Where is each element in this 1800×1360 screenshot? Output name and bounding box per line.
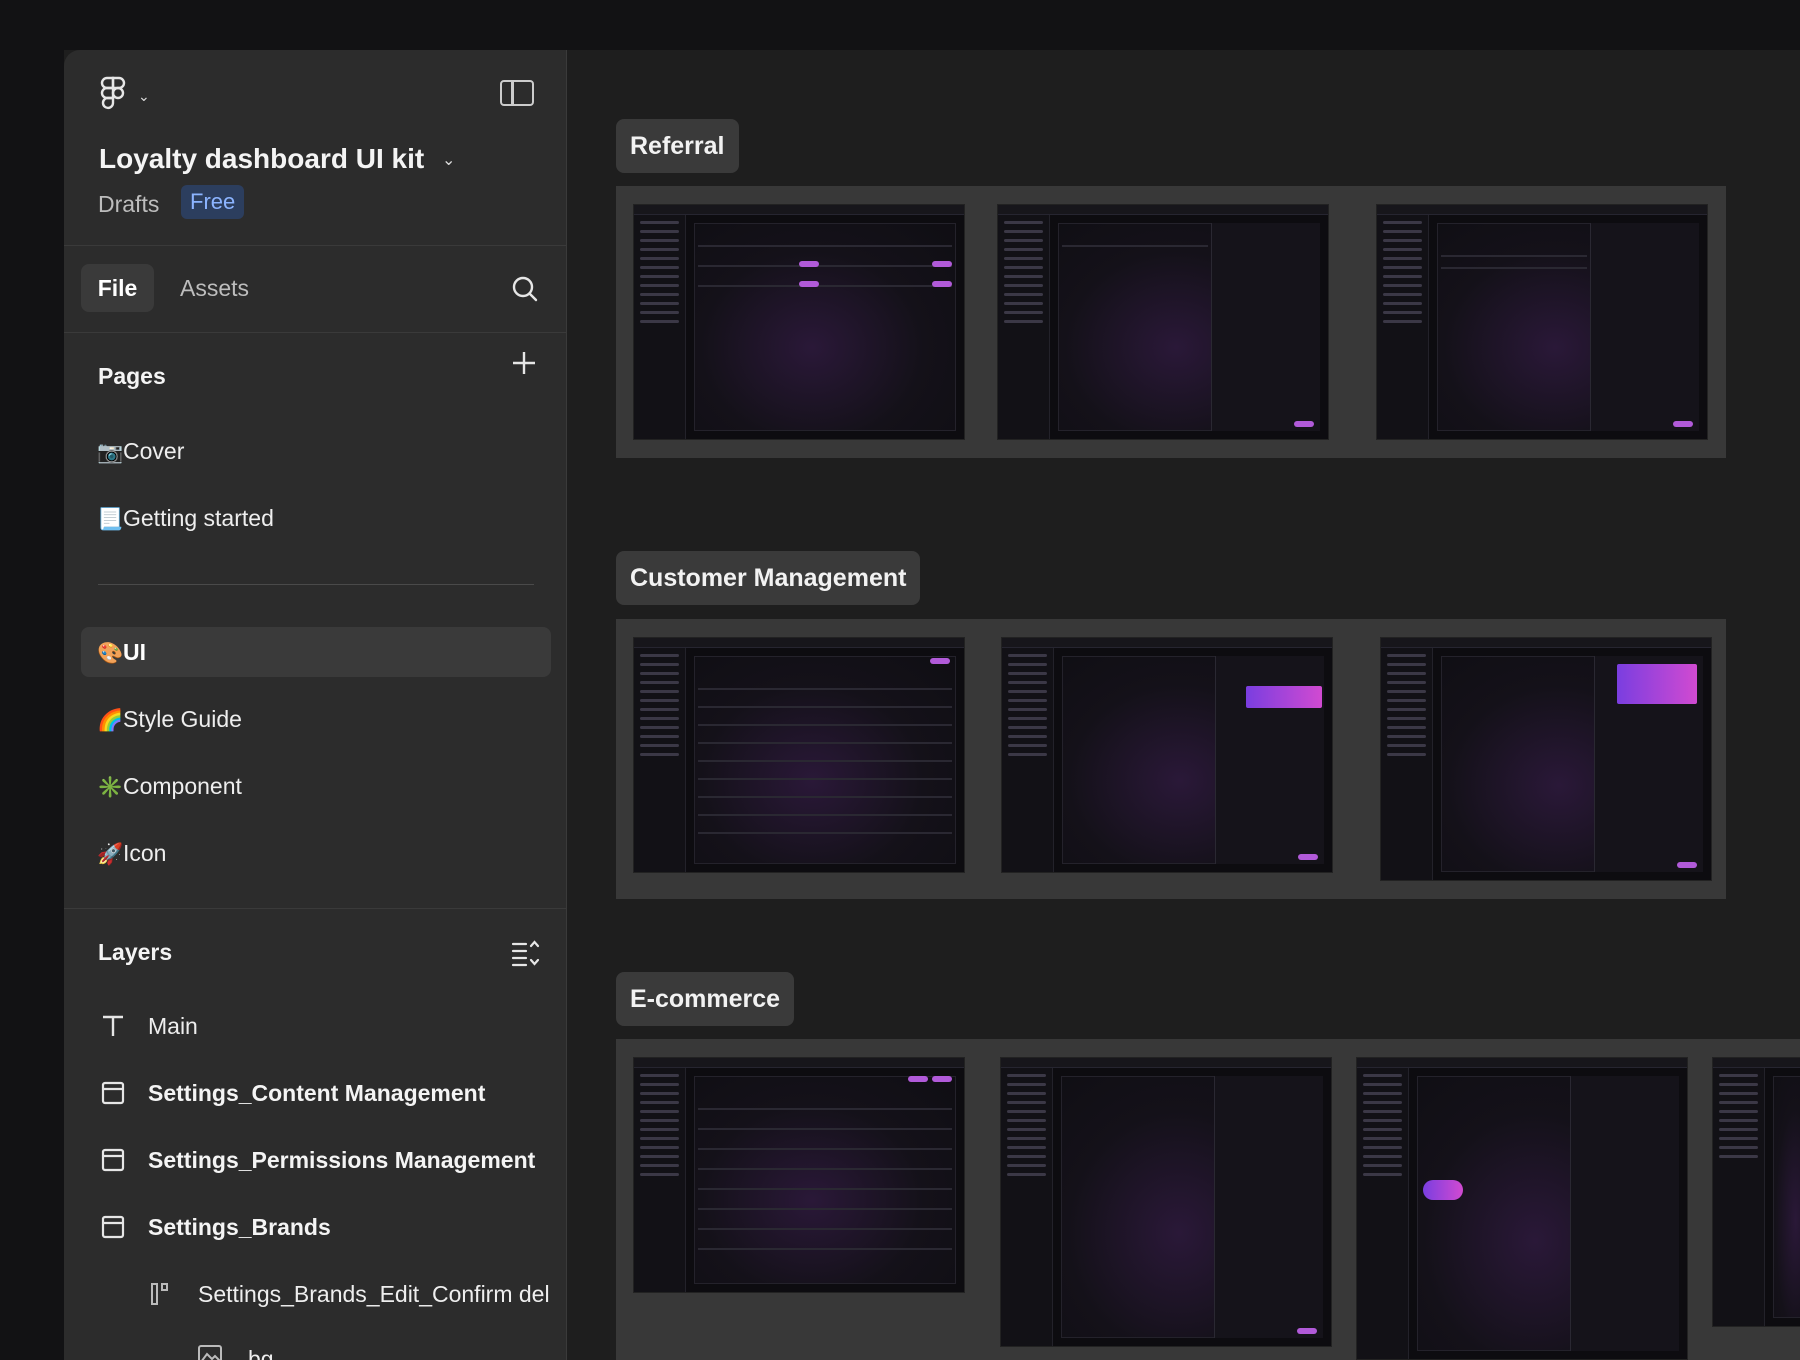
screen-thumbnail[interactable]: [997, 204, 1329, 440]
screen-thumbnail[interactable]: [1000, 1057, 1332, 1347]
collapse-layers-icon[interactable]: [510, 938, 540, 968]
image-icon: [198, 1345, 222, 1360]
section-frame-e-commerce[interactable]: [616, 1039, 1800, 1360]
page-item-getting-started[interactable]: 📃Getting started: [97, 493, 274, 543]
left-sidebar: ⌄ Loyalty dashboard UI kit ⌄ Drafts Free…: [64, 50, 567, 1360]
screen-thumbnail[interactable]: [1356, 1057, 1688, 1360]
page-label: Style Guide: [123, 706, 242, 732]
layer-bg[interactable]: bg: [248, 1334, 274, 1360]
page-label: Icon: [123, 840, 167, 866]
page-item-icon[interactable]: 🚀Icon: [97, 828, 166, 878]
layer-main[interactable]: Main: [148, 1001, 198, 1051]
file-menu-chevron-icon[interactable]: ⌄: [442, 150, 455, 170]
page-label: UI: [123, 639, 146, 665]
page-item-style-guide[interactable]: 🌈Style Guide: [97, 694, 242, 744]
page-label: Component: [123, 773, 242, 799]
search-icon[interactable]: [511, 275, 538, 302]
layer-settings-brands-edit-confirm[interactable]: Settings_Brands_Edit_Confirm del: [198, 1269, 550, 1319]
page-item-ui[interactable]: 🎨UI: [97, 627, 146, 677]
layer-settings-permissions-management[interactable]: Settings_Permissions Management: [148, 1135, 535, 1185]
tab-assets[interactable]: Assets: [180, 264, 249, 312]
page-label: Cover: [123, 438, 185, 464]
tab-file[interactable]: File: [81, 264, 154, 312]
section-label-referral[interactable]: Referral: [616, 119, 739, 173]
canvas-left-gutter: [0, 0, 64, 1360]
toggle-sidebar-icon[interactable]: [500, 80, 534, 106]
screen-thumbnail[interactable]: [1001, 637, 1333, 873]
pages-heading: Pages: [98, 363, 166, 389]
screen-thumbnail[interactable]: [633, 1057, 965, 1293]
screen-thumbnail[interactable]: [633, 637, 965, 873]
component-icon: [151, 1283, 168, 1305]
sparkle-icon: ✳️: [97, 776, 124, 799]
page-document-icon: 📃: [97, 508, 124, 531]
layer-settings-content-management[interactable]: Settings_Content Management: [148, 1068, 485, 1118]
file-location[interactable]: Drafts: [98, 191, 159, 218]
screen-thumbnail[interactable]: [1380, 637, 1712, 881]
text-icon: [103, 1015, 123, 1036]
frame-icon: [101, 1148, 125, 1172]
section-frame-referral[interactable]: [616, 186, 1726, 458]
page-divider: [98, 584, 534, 585]
page-item-component[interactable]: ✳️Component: [97, 761, 242, 811]
screen-thumbnail[interactable]: [633, 204, 965, 440]
section-frame-customer-management[interactable]: [616, 619, 1726, 899]
section-label-e-commerce[interactable]: E-commerce: [616, 972, 795, 1026]
frame-icon: [101, 1215, 125, 1239]
plan-badge[interactable]: Free: [181, 185, 245, 219]
rainbow-icon: 🌈: [97, 709, 124, 732]
active-page-highlight: [81, 627, 551, 677]
divider: [64, 332, 566, 333]
divider: [64, 908, 566, 909]
section-label-customer-management[interactable]: Customer Management: [616, 551, 921, 605]
page-item-cover[interactable]: 📷Cover: [97, 426, 184, 476]
top-bar: [0, 0, 1800, 50]
rocket-icon: 🚀: [97, 843, 124, 866]
camera-icon: 📷: [97, 441, 124, 464]
screen-thumbnail[interactable]: [1376, 204, 1708, 440]
layer-settings-brands[interactable]: Settings_Brands: [148, 1202, 331, 1252]
layers-heading: Layers: [98, 939, 173, 965]
main-menu-chevron-icon[interactable]: ⌄: [138, 88, 150, 105]
screen-thumbnail[interactable]: [1712, 1057, 1800, 1327]
palette-icon: 🎨: [97, 642, 124, 665]
figma-logo-icon[interactable]: [100, 76, 126, 112]
file-title[interactable]: Loyalty dashboard UI kit: [99, 143, 424, 175]
page-label: Getting started: [123, 505, 274, 531]
add-page-plus-icon[interactable]: [511, 350, 537, 376]
frame-icon: [101, 1081, 125, 1105]
divider: [64, 245, 566, 246]
